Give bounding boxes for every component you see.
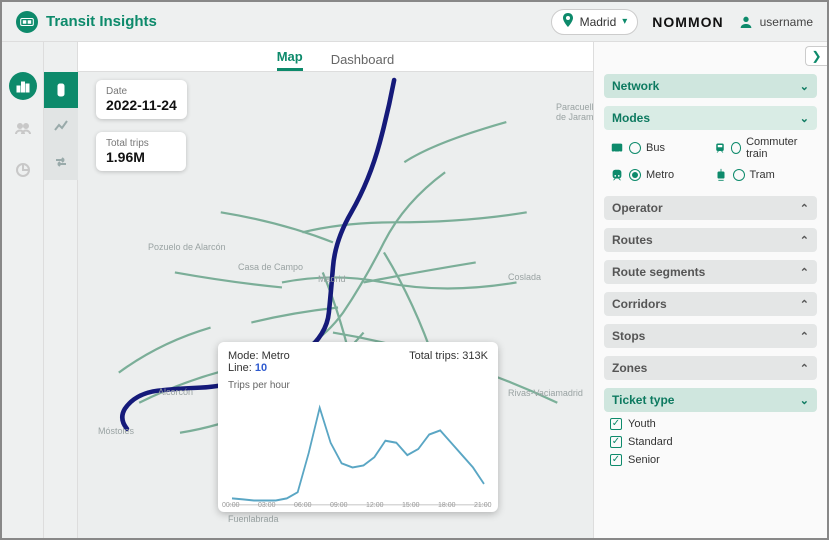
chevron-down-icon: ⌄ — [800, 394, 809, 407]
view-tabs: Map Dashboard — [78, 42, 593, 72]
section-operator[interactable]: Operator⌃ — [604, 196, 817, 220]
nav-reports[interactable] — [9, 156, 37, 184]
chevron-down-icon: ⌄ — [800, 80, 809, 93]
stat-date-label: Date — [106, 86, 177, 97]
chart-xtick: 06:00 — [294, 502, 312, 509]
section-modes[interactable]: Modes ⌄ — [604, 106, 817, 130]
stat-card-trips: Total trips 1.96M — [96, 132, 186, 171]
section-stops[interactable]: Stops⌃ — [604, 324, 817, 348]
tool-layers[interactable] — [44, 72, 78, 108]
app-logo-icon — [16, 11, 38, 33]
chevron-up-icon: ⌃ — [800, 202, 809, 215]
mode-bus[interactable]: Bus — [610, 136, 708, 160]
train-icon — [714, 141, 726, 155]
chart-xtick: 03:00 — [258, 502, 276, 509]
bus-icon — [610, 141, 624, 155]
user-icon — [738, 14, 754, 30]
chevron-up-icon: ⌃ — [800, 362, 809, 375]
ticket-youth[interactable]: ✓Youth — [610, 418, 811, 430]
mode-metro[interactable]: Metro — [610, 168, 708, 182]
partner-logo: NOMMON — [652, 14, 723, 30]
app-title: Transit Insights — [46, 13, 157, 30]
tab-dashboard[interactable]: Dashboard — [331, 52, 395, 71]
chart-xtick: 21:00 — [474, 502, 492, 509]
chart-xtick: 18:00 — [438, 502, 456, 509]
tram-icon — [714, 168, 728, 182]
popup-total: Total trips: 313K — [409, 350, 488, 374]
chevron-up-icon: ⌃ — [800, 330, 809, 343]
city-selector[interactable]: Madrid ▾ — [551, 9, 639, 35]
popup-line-value[interactable]: 10 — [255, 362, 267, 374]
popup-line-label: Line: — [228, 362, 252, 374]
tab-map[interactable]: Map — [277, 49, 303, 71]
line-detail-popup: Mode: Metro Line: 10 Total trips: 313K T… — [218, 342, 498, 512]
stat-trips-value: 1.96M — [106, 149, 176, 165]
metro-icon — [610, 168, 624, 182]
ticket-standard[interactable]: ✓Standard — [610, 436, 811, 448]
stat-date-value: 2022-11-24 — [106, 97, 177, 113]
section-corridors[interactable]: Corridors⌃ — [604, 292, 817, 316]
filter-panel: ❯ Network ⌄ Modes ⌄ Bus — [593, 42, 827, 538]
popup-mode: Mode: Metro — [228, 350, 290, 362]
popup-chart-title: Trips per hour — [228, 380, 488, 391]
map-tool-rail — [44, 42, 78, 538]
section-ticket-type[interactable]: Ticket type ⌄ — [604, 388, 817, 412]
stat-trips-label: Total trips — [106, 138, 176, 149]
tool-trends[interactable] — [44, 108, 78, 144]
section-route-segments[interactable]: Route segments⌃ — [604, 260, 817, 284]
chart-xtick: 15:00 — [402, 502, 420, 509]
tool-transfers[interactable] — [44, 144, 78, 180]
panel-collapse-button[interactable]: ❯ — [805, 46, 827, 66]
username: username — [760, 15, 813, 29]
chart-xtick: 12:00 — [366, 502, 384, 509]
mode-tram[interactable]: Tram — [714, 168, 812, 182]
section-routes[interactable]: Routes⌃ — [604, 228, 817, 252]
chevron-up-icon: ⌃ — [800, 234, 809, 247]
chevron-down-icon: ⌄ — [800, 112, 809, 125]
ticket-senior[interactable]: ✓Senior — [610, 454, 811, 466]
nav-users[interactable] — [9, 114, 37, 142]
section-network[interactable]: Network ⌄ — [604, 74, 817, 98]
app-header: Transit Insights Madrid ▾ NOMMON usernam… — [2, 2, 827, 42]
chevron-up-icon: ⌃ — [800, 266, 809, 279]
nav-rail — [2, 42, 44, 538]
city-name: Madrid — [580, 15, 617, 29]
chart-xtick: 00:00 — [222, 502, 240, 509]
section-zones[interactable]: Zones⌃ — [604, 356, 817, 380]
chevron-down-icon: ▾ — [622, 16, 627, 27]
stat-card-date: Date 2022-11-24 — [96, 80, 187, 119]
chevron-up-icon: ⌃ — [800, 298, 809, 311]
user-menu[interactable]: username — [738, 14, 813, 30]
mode-commuter[interactable]: Commuter train — [714, 136, 812, 160]
trips-per-hour-chart: 00:0003:0006:0009:0012:0015:0018:0021:00 — [228, 395, 488, 507]
chart-xtick: 09:00 — [330, 502, 348, 509]
map-pin-icon — [562, 13, 574, 30]
nav-analytics[interactable] — [9, 72, 37, 100]
map-canvas[interactable]: MadridPozuelo de AlarcónCasa de CampoAlc… — [78, 72, 593, 538]
